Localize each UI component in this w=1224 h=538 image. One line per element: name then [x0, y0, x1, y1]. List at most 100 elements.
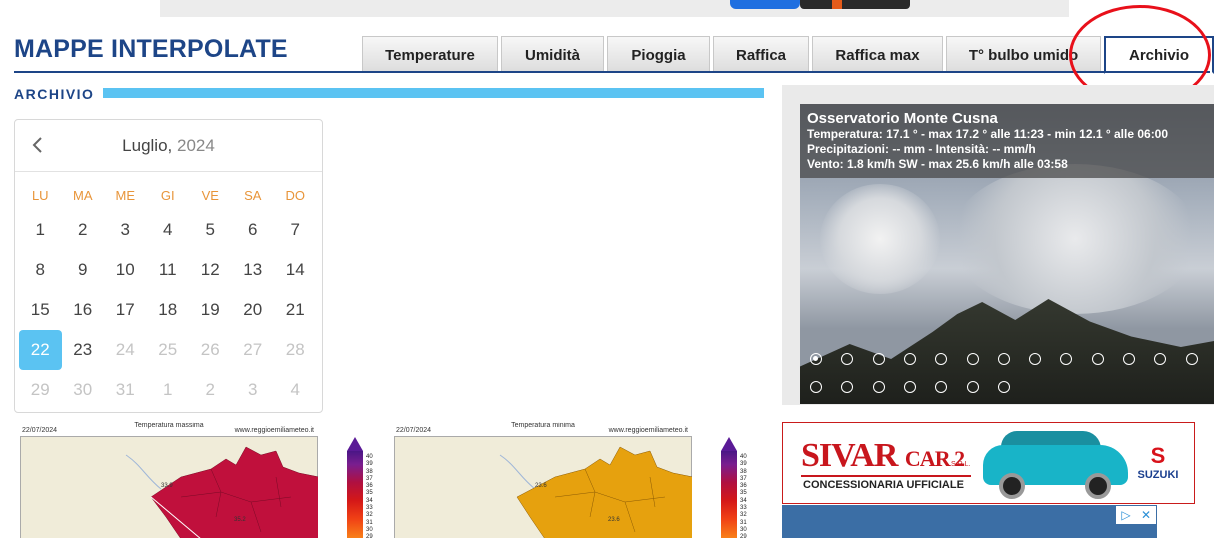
- calendar-day[interactable]: 2: [189, 370, 232, 410]
- slide-dot[interactable]: [903, 353, 916, 365]
- slide-dot[interactable]: [810, 381, 822, 393]
- webcam-precipitation: Precipitazioni: -- mm - Intensità: -- mm…: [807, 142, 1036, 156]
- ad-brand-name: SIVAR: [801, 437, 898, 474]
- map-site: www.reggioemiliameteo.it: [608, 427, 688, 434]
- calendar-month: Luglio,: [122, 136, 173, 155]
- map-value: 23.6: [608, 517, 620, 523]
- map-date: 22/07/2024: [22, 427, 58, 434]
- banner-graphic: [730, 0, 800, 9]
- tab-raffica-max[interactable]: Raffica max: [812, 36, 943, 73]
- calendar-day[interactable]: 20: [232, 290, 275, 330]
- legend-arrow: [347, 437, 363, 451]
- slide-dot[interactable]: [1091, 353, 1104, 365]
- slide-dot[interactable]: [872, 381, 885, 393]
- calendar-day[interactable]: 10: [104, 250, 147, 290]
- map-fill: [516, 446, 692, 538]
- slide-dot[interactable]: [966, 381, 979, 393]
- webcam-temperature: Temperatura: 17.1 ° - max 17.2 ° alle 11…: [807, 127, 1169, 141]
- calendar-day[interactable]: 29: [19, 370, 62, 410]
- legend-tick: 30: [740, 526, 747, 533]
- webcam-slider[interactable]: Osservatorio Monte Cusna Temperatura: 17…: [800, 104, 1214, 404]
- advertisement[interactable]: SIVAR CAR 2 S.R.L. CONCESSIONARIA UFFICI…: [782, 422, 1195, 504]
- map-fill: [150, 446, 318, 538]
- slide-dot[interactable]: [997, 381, 1010, 393]
- calendar-day[interactable]: 4: [274, 370, 317, 410]
- map-value: 35.2: [234, 517, 246, 523]
- calendar-day[interactable]: 8: [19, 250, 62, 290]
- section-bar: [103, 88, 764, 98]
- calendar-day[interactable]: 1: [147, 370, 190, 410]
- slide-dot[interactable]: [1123, 353, 1135, 365]
- calendar-day[interactable]: 4: [147, 210, 190, 250]
- map-temperatura-minima[interactable]: Temperatura minima 22/07/2024 www.reggio…: [394, 422, 692, 538]
- slide-dot[interactable]: [1185, 353, 1198, 365]
- calendar-day[interactable]: 28: [274, 330, 317, 370]
- calendar-day[interactable]: 18: [147, 290, 190, 330]
- ad-srl: S.R.L.: [951, 461, 971, 468]
- ad-maker: SUZUKI: [1137, 469, 1179, 481]
- calendar-day[interactable]: 2: [62, 210, 105, 250]
- slide-dot[interactable]: [997, 353, 1010, 365]
- calendar-day[interactable]: 13: [232, 250, 275, 290]
- webcam-wind: Vento: 1.8 km/h SW - max 25.6 km/h alle …: [807, 157, 1068, 171]
- slide-dot[interactable]: [966, 353, 979, 365]
- tab-pioggia[interactable]: Pioggia: [607, 36, 710, 73]
- map-value: 23.6: [535, 483, 547, 489]
- calendar-day[interactable]: 31: [104, 370, 147, 410]
- close-icon[interactable]: ✕: [1136, 506, 1156, 524]
- legend-ticks: 40393837363534333231302928: [366, 454, 373, 538]
- legend-tick: 33: [740, 505, 747, 512]
- slide-dot[interactable]: [903, 381, 916, 393]
- tab-bulbo-umido[interactable]: T° bulbo umido: [946, 36, 1101, 73]
- top-banner[interactable]: [160, 0, 1069, 17]
- calendar-day[interactable]: 12: [189, 250, 232, 290]
- ad-divider: [801, 475, 971, 477]
- calendar-title[interactable]: Luglio, 2024: [15, 136, 322, 156]
- calendar-day[interactable]: 6: [232, 210, 275, 250]
- calendar-day[interactable]: 27: [232, 330, 275, 370]
- calendar-day[interactable]: 3: [232, 370, 275, 410]
- webcam-image: [820, 184, 940, 294]
- slide-dot[interactable]: [872, 353, 885, 365]
- calendar-day[interactable]: 24: [104, 330, 147, 370]
- ad-subtitle: CONCESSIONARIA UFFICIALE: [803, 479, 964, 491]
- weekday-label: DO: [285, 187, 306, 203]
- slide-dot[interactable]: [810, 353, 822, 365]
- calendar-day[interactable]: 22: [19, 330, 62, 370]
- legend-tick: 40: [740, 454, 747, 460]
- section-heading: ARCHIVIO: [14, 86, 95, 102]
- map-site: www.reggioemiliameteo.it: [234, 427, 314, 434]
- calendar-day[interactable]: 19: [189, 290, 232, 330]
- webcam-image: [950, 164, 1200, 314]
- calendar-day[interactable]: 25: [147, 330, 190, 370]
- legend-tick: 29: [740, 534, 747, 538]
- ad-strip[interactable]: [782, 505, 1157, 538]
- calendar-day[interactable]: 5: [189, 210, 232, 250]
- slide-dot[interactable]: [1029, 353, 1042, 365]
- legend-tick: 38: [740, 468, 747, 475]
- tab-temperature[interactable]: Temperature: [362, 36, 498, 73]
- calendar-day[interactable]: 3: [104, 210, 147, 250]
- calendar-day[interactable]: 1: [19, 210, 62, 250]
- page-title: MAPPE INTERPOLATE: [14, 35, 288, 63]
- legend-tick: 36: [740, 483, 747, 490]
- tab-umidita[interactable]: Umidità: [501, 36, 604, 73]
- webcam-title: Osservatorio Monte Cusna: [807, 110, 998, 127]
- calendar-day[interactable]: 16: [62, 290, 105, 330]
- calendar-day[interactable]: 17: [104, 290, 147, 330]
- calendar-day[interactable]: 7: [274, 210, 317, 250]
- calendar-day[interactable]: 15: [19, 290, 62, 330]
- calendar-day[interactable]: 26: [189, 330, 232, 370]
- calendar-day[interactable]: 21: [274, 290, 317, 330]
- adchoices-icon[interactable]: ▷: [1116, 506, 1136, 524]
- calendar-day[interactable]: 30: [62, 370, 105, 410]
- calendar-day[interactable]: 9: [62, 250, 105, 290]
- tab-archivio[interactable]: Archivio: [1104, 36, 1214, 74]
- map-temperatura-massima[interactable]: Temperatura massima 22/07/2024 www.reggi…: [20, 422, 318, 538]
- calendar-day[interactable]: 14: [274, 250, 317, 290]
- calendar-day[interactable]: 23: [62, 330, 105, 370]
- header-divider: [14, 71, 1210, 73]
- calendar-day[interactable]: 11: [147, 250, 190, 290]
- tab-raffica[interactable]: Raffica: [713, 36, 809, 73]
- map-image: 23.6 23.6: [394, 436, 692, 538]
